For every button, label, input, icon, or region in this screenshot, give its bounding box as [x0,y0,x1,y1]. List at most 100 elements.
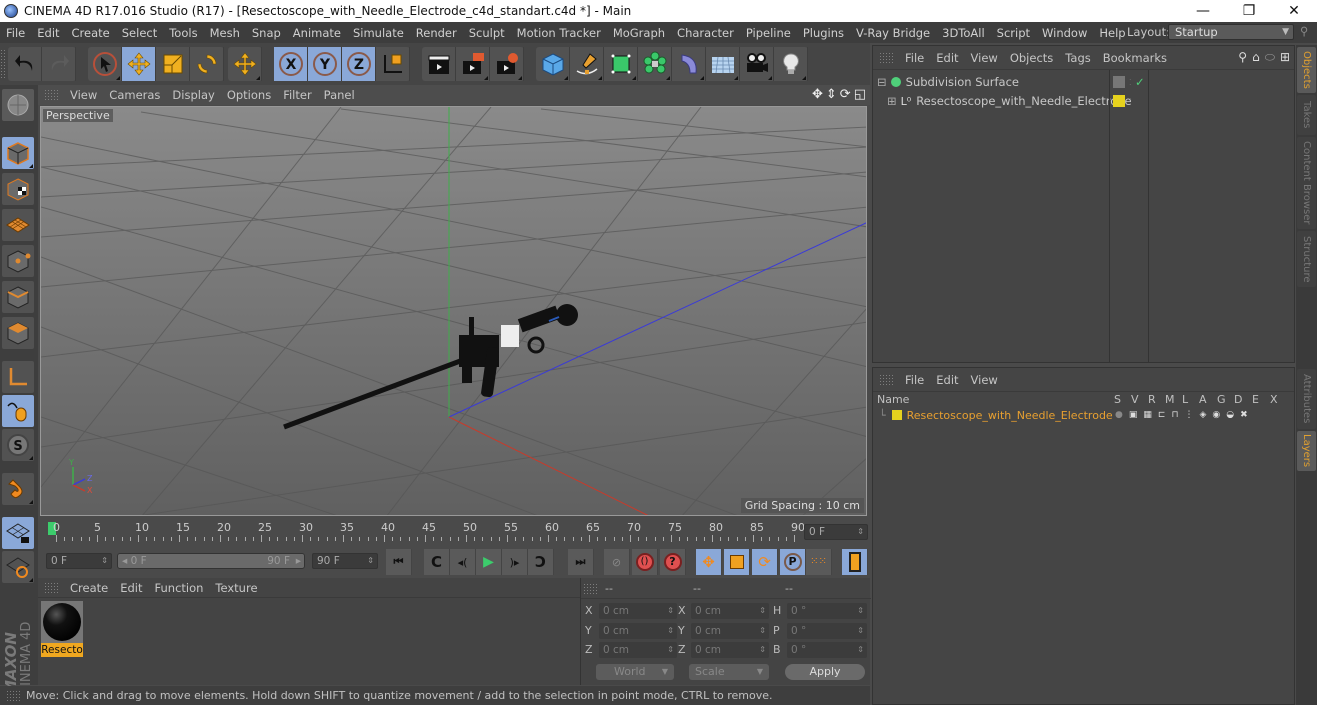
coord-value-field[interactable]: 0 cm ⇕ [691,622,769,639]
object-menu-view[interactable]: View [965,51,1004,65]
viewport-menu-display[interactable]: Display [166,88,220,102]
array-button[interactable] [638,47,672,81]
tweak-mode-button[interactable] [2,395,34,427]
search-icon[interactable]: ⚲ [1238,50,1247,65]
dolly-icon[interactable]: ⇕ [826,87,837,102]
spinner-icon[interactable]: ⇕ [857,603,864,619]
enabled-check-icon[interactable]: ✓ [1135,75,1145,89]
material-menu-texture[interactable]: Texture [209,581,263,595]
goto-start-button[interactable]: ⏮ [386,549,412,575]
tab-layers[interactable]: Layers [1297,431,1316,471]
collapse-icon[interactable]: ⊟ [877,75,887,89]
current-frame-field[interactable]: 0 F ⇕ [804,524,868,540]
menu-help[interactable]: Help [1093,26,1131,40]
spinner-icon[interactable]: ⇕ [759,603,766,619]
generator-toggle-icon[interactable]: ◈ [1199,410,1206,420]
workplane-mode-button[interactable] [2,209,34,241]
x-axis-button[interactable]: X [274,47,308,81]
coord-value-field[interactable]: 0 ° ⇕ [787,622,867,639]
keyframe-selection-button[interactable]: ? [660,549,686,575]
start-frame-field[interactable]: 0 F ⇕ [46,553,112,569]
tab-content-browser[interactable]: Content Browser [1297,137,1316,229]
material-swatch[interactable]: Resecto [41,601,83,657]
tab-attributes[interactable]: Attributes [1297,369,1316,429]
visibility-toggle-icon[interactable] [1113,76,1125,88]
texture-mode-button[interactable] [2,173,34,205]
scale-tool-button[interactable] [156,47,190,81]
viewport-menu-options[interactable]: Options [221,88,277,102]
menu-animate[interactable]: Animate [287,26,347,40]
y-axis-button[interactable]: Y [308,47,342,81]
view-toggle-icon[interactable]: ▣ [1129,410,1138,420]
autokey-button[interactable]: () [632,549,658,575]
menu-script[interactable]: Script [991,26,1036,40]
lock-workplane-button[interactable] [2,517,34,549]
snap-button[interactable] [2,473,34,505]
menu-render[interactable]: Render [410,26,463,40]
object-menu-tags[interactable]: Tags [1059,51,1096,65]
move-tool-button[interactable] [122,47,156,81]
layer-menu-file[interactable]: File [899,373,930,387]
spinner-icon[interactable]: ⇕ [759,642,766,658]
key-position-button[interactable]: ✥ [696,549,722,575]
restore-button[interactable]: ❐ [1226,0,1272,22]
object-row-subdivision[interactable]: ⊟ Subdivision Surface ⁚ ✓ [873,72,1294,92]
tab-objects[interactable]: Objects [1297,47,1316,93]
menu-file[interactable]: File [0,26,31,40]
minimize-button[interactable]: — [1180,0,1226,22]
spinner-icon[interactable]: ⇕ [857,623,864,639]
layer-grip[interactable] [879,373,893,386]
layout-select[interactable]: Startup ▼ [1168,24,1294,40]
apply-button[interactable]: Apply [785,664,865,680]
cube-button[interactable] [536,47,570,81]
new-view-icon[interactable]: ⊞ [1280,50,1290,65]
layer-color-swatch[interactable] [891,410,902,420]
menu-3dtoall[interactable]: 3DToAll [936,26,991,40]
camera-button[interactable] [740,47,774,81]
rotate-tool-button[interactable] [190,47,224,81]
range-right-arrow[interactable]: ▸ [296,554,301,568]
menu-mesh[interactable]: Mesh [204,26,246,40]
light-button[interactable] [774,47,808,81]
deformer-toggle-icon[interactable]: ◉ [1212,410,1220,420]
prev-keyframe-button[interactable]: C [424,549,450,575]
pan-icon[interactable]: ✥ [812,87,823,102]
layer-row[interactable]: └ Resectoscope_with_Needle_Electrode ● ▣… [873,407,1294,423]
coord-value-field[interactable]: 0 ° ⇕ [787,603,867,619]
viewport-menu-filter[interactable]: Filter [277,88,317,102]
layer-menu-edit[interactable]: Edit [930,373,964,387]
subdivision-button[interactable] [604,47,638,81]
menu-snap[interactable]: Snap [246,26,287,40]
viewport-menu-cameras[interactable]: Cameras [103,88,166,102]
3d-viewport[interactable]: Y Z X Perspective Grid Spacing : 10 cm [40,106,867,516]
toolbar-grip[interactable] [0,49,6,79]
end-frame-field[interactable]: 90 F ⇕ [312,553,378,569]
spinner-icon[interactable]: ⇕ [857,642,864,658]
menu-mograph[interactable]: MoGraph [607,26,671,40]
xref-toggle-icon[interactable]: ✖ [1240,410,1248,420]
goto-end-button[interactable]: ⏭ [568,549,594,575]
object-menu-objects[interactable]: Objects [1004,51,1059,65]
col-deformers[interactable]: D [1234,393,1242,406]
next-frame-button[interactable]: )▸ [502,549,528,575]
coord-value-field[interactable]: 0 cm ⇕ [691,642,769,658]
col-generators[interactable]: G [1217,393,1226,406]
range-left-arrow[interactable]: ◂ [122,555,131,567]
layer-name[interactable]: Resectoscope_with_Needle_Electrode [907,409,1113,422]
play-button[interactable]: ▶ [476,549,502,575]
lock-toggle-icon[interactable]: ⊓ [1171,410,1178,420]
spinner-icon[interactable]: ⇕ [759,623,766,639]
material-name[interactable]: Resecto [41,643,83,657]
material-menu-edit[interactable]: Edit [114,581,148,595]
coordinates-grip[interactable] [583,583,597,595]
render-picture-viewer-button[interactable] [456,47,490,81]
floor-button[interactable] [706,47,740,81]
object-name[interactable]: Resectoscope_with_Needle_Electrode [916,94,1131,108]
coord-value-field[interactable]: 0 cm ⇕ [599,603,677,619]
col-manager[interactable]: M [1165,393,1175,406]
record-button[interactable]: ⊘ [604,549,630,575]
manager-toggle-icon[interactable]: ⊏ [1158,410,1166,420]
spinner-icon[interactable]: ⇕ [667,623,674,639]
redo-button[interactable] [42,47,76,81]
object-name[interactable]: Subdivision Surface [906,75,1019,89]
